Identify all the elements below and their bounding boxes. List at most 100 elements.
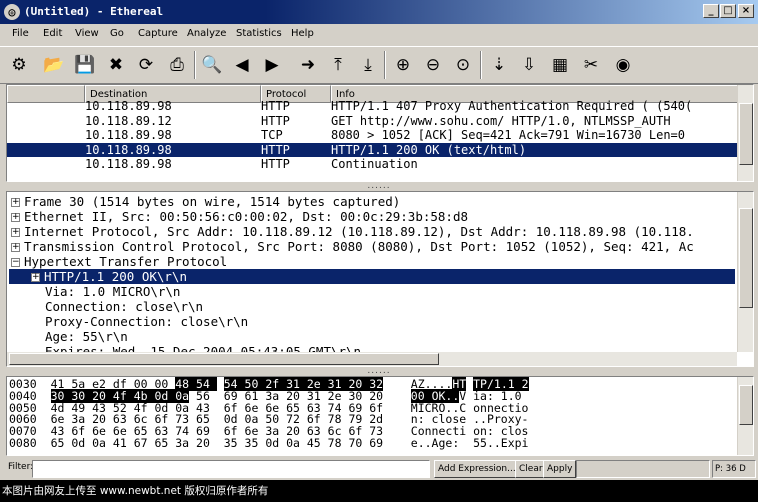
packet-destination: 10.118.89.98 [85,128,172,142]
last-packet-icon[interactable]: ⤓ [354,51,382,79]
hex-byte[interactable]: 0a [92,436,113,450]
filter-label: Filter: [8,462,34,472]
save-icon[interactable]: 💾 [71,51,99,79]
scrollbar-thumb[interactable] [739,385,753,425]
filter-toolbar: Filter: Add Expression... Clear Apply P:… [0,458,758,480]
detail-tree-item[interactable]: + HTTP/1.1 200 OK\r\n [9,269,735,284]
status-message [576,460,710,478]
expand-icon[interactable]: + [11,198,20,207]
details-horizontal-scrollbar[interactable] [7,352,737,366]
detail-tree-item[interactable]: Proxy-Connection: close\r\n [9,314,735,329]
scrollbar-thumb[interactable] [9,353,439,365]
title-bar: ◎ (Untitled) - Ethereal _ □ × [0,0,758,24]
hex-byte[interactable]: 65 [51,436,72,450]
hex-byte[interactable]: 0a [286,436,307,450]
hex-byte[interactable]: 0d [71,436,92,450]
preferences-icon[interactable]: ✂ [577,51,605,79]
menu-bar: File Edit View Go Capture Analyze Statis… [0,24,758,44]
detail-text: HTTP/1.1 200 OK\r\n [44,269,187,284]
zoom-in-icon[interactable]: ⊕ [389,51,417,79]
packet-info: 8080 > 1052 [ACK] Seq=421 Ack=791 Win=16… [331,128,686,142]
hex-byte[interactable]: 45 [307,436,328,450]
folder-open-icon[interactable]: 📂 [40,51,68,79]
hex-byte[interactable]: 67 [134,436,155,450]
menu-go[interactable]: Go [110,28,124,39]
menu-capture[interactable]: Capture [138,28,178,39]
packet-row[interactable]: 10.118.89.98 TCP 8080 > 1052 [ACK] Seq=421… [7,128,739,143]
menu-statistics[interactable]: Statistics [236,28,282,39]
gear-icon[interactable]: ⚙ [5,51,33,79]
clear-filter-button[interactable]: Clear [515,460,547,478]
expand-icon[interactable]: + [31,273,40,282]
hex-byte[interactable]: 0d [265,436,286,450]
packet-row[interactable]: 10.118.89.98 HTTP HTTP/1.1 200 OK (text/ht… [7,142,739,157]
detail-tree-item[interactable]: Age: 55\r\n [9,329,735,344]
hex-byte[interactable]: 70 [348,436,369,450]
packet-row[interactable]: 10.118.89.98 HTTP HTTP/1.1 407 Proxy Authe… [7,99,739,114]
capture-filters-icon[interactable]: ⇣ [485,51,513,79]
first-packet-icon[interactable]: ⤒ [324,51,352,79]
hex-offset: 0080 [9,436,37,450]
zoom-out-icon[interactable]: ⊖ [419,51,447,79]
packet-row[interactable]: 10.118.89.98 HTTP Continuation [7,157,739,172]
coloring-rules-icon[interactable]: ▦ [546,51,574,79]
window-title: (Untitled) - Ethereal [24,5,164,18]
detail-tree-item[interactable]: + Transmission Control Protocol, Src Port… [9,239,735,254]
packet-protocol: HTTP [261,99,290,113]
print-icon[interactable]: ⎙ [163,51,191,79]
packet-row[interactable]: 10.118.89.12 HTTP GET http://www.sohu.com/… [7,114,739,129]
close-icon[interactable]: ✖ [102,51,130,79]
goto-icon[interactable]: ➜ [294,51,322,79]
detail-tree-item[interactable]: + Ethernet II, Src: 00:50:56:c0:00:02, Ds… [9,209,735,224]
toolbar-separator [384,51,386,79]
detail-tree-item[interactable]: Via: 1.0 MICRO\r\n [9,284,735,299]
menu-view[interactable]: View [75,28,99,39]
hex-byte[interactable]: 41 [113,436,134,450]
zoom-normal-icon[interactable]: ⊙ [449,51,477,79]
expand-icon[interactable]: + [11,213,20,222]
bytes-scrollbar[interactable] [737,377,753,455]
details-vertical-scrollbar[interactable] [737,192,753,352]
detail-tree-item[interactable]: + Frame 30 (1514 bytes on wire, 1514 byte… [9,194,735,209]
menu-file[interactable]: File [12,28,29,39]
display-filter-input[interactable] [32,460,430,478]
back-icon[interactable]: ◀ [228,51,256,79]
forward-icon[interactable]: ▶ [258,51,286,79]
close-window-button[interactable]: × [738,4,754,18]
pane-splitter-bottom[interactable]: ...... [0,367,758,376]
display-filters-icon[interactable]: ⇩ [515,51,543,79]
hex-byte[interactable]: 35 [224,436,245,450]
detail-tree-item[interactable]: − Hypertext Transfer Protocol [9,254,735,269]
add-expression-button[interactable]: Add Expression... [434,460,520,478]
ethereal-app-icon[interactable]: ◎ [4,4,20,20]
find-icon[interactable]: 🔍 [198,51,226,79]
help-icon[interactable]: ◉ [609,51,637,79]
minimize-button[interactable]: _ [703,4,719,18]
detail-text: Frame 30 (1514 bytes on wire, 1514 bytes… [24,194,401,209]
hex-byte[interactable]: 65 [154,436,175,450]
detail-text: Connection: close\r\n [45,299,204,314]
detail-tree-item[interactable]: Connection: close\r\n [9,299,735,314]
hex-byte[interactable]: 78 [328,436,349,450]
menu-analyze[interactable]: Analyze [187,28,226,39]
expand-icon[interactable]: + [11,243,20,252]
detail-tree-item[interactable]: + Internet Protocol, Src Addr: 10.118.89.… [9,224,735,239]
hex-byte[interactable]: 20 [196,436,217,450]
hex-row[interactable]: 0080 65 0d 0a 41 67 65 3a 20 35 35 0d 0a… [9,436,528,450]
maximize-button[interactable]: □ [720,4,736,18]
packet-protocol: TCP [261,128,283,142]
hex-byte[interactable]: 35 [245,436,266,450]
collapse-icon[interactable]: − [11,258,20,267]
hex-byte[interactable]: 69 [369,436,383,450]
pane-splitter-top[interactable]: ...... [0,182,758,191]
reload-icon[interactable]: ⟳ [132,51,160,79]
expand-icon[interactable]: + [11,228,20,237]
detail-text: Internet Protocol, Src Addr: 10.118.89.1… [24,224,694,239]
apply-filter-button[interactable]: Apply [543,460,577,478]
menu-edit[interactable]: Edit [43,28,62,39]
scrollbar-thumb[interactable] [739,103,753,165]
hex-byte[interactable]: 3a [175,436,196,450]
scrollbar-thumb[interactable] [739,208,753,308]
packet-list-scrollbar[interactable] [737,85,753,181]
menu-help[interactable]: Help [291,28,314,39]
